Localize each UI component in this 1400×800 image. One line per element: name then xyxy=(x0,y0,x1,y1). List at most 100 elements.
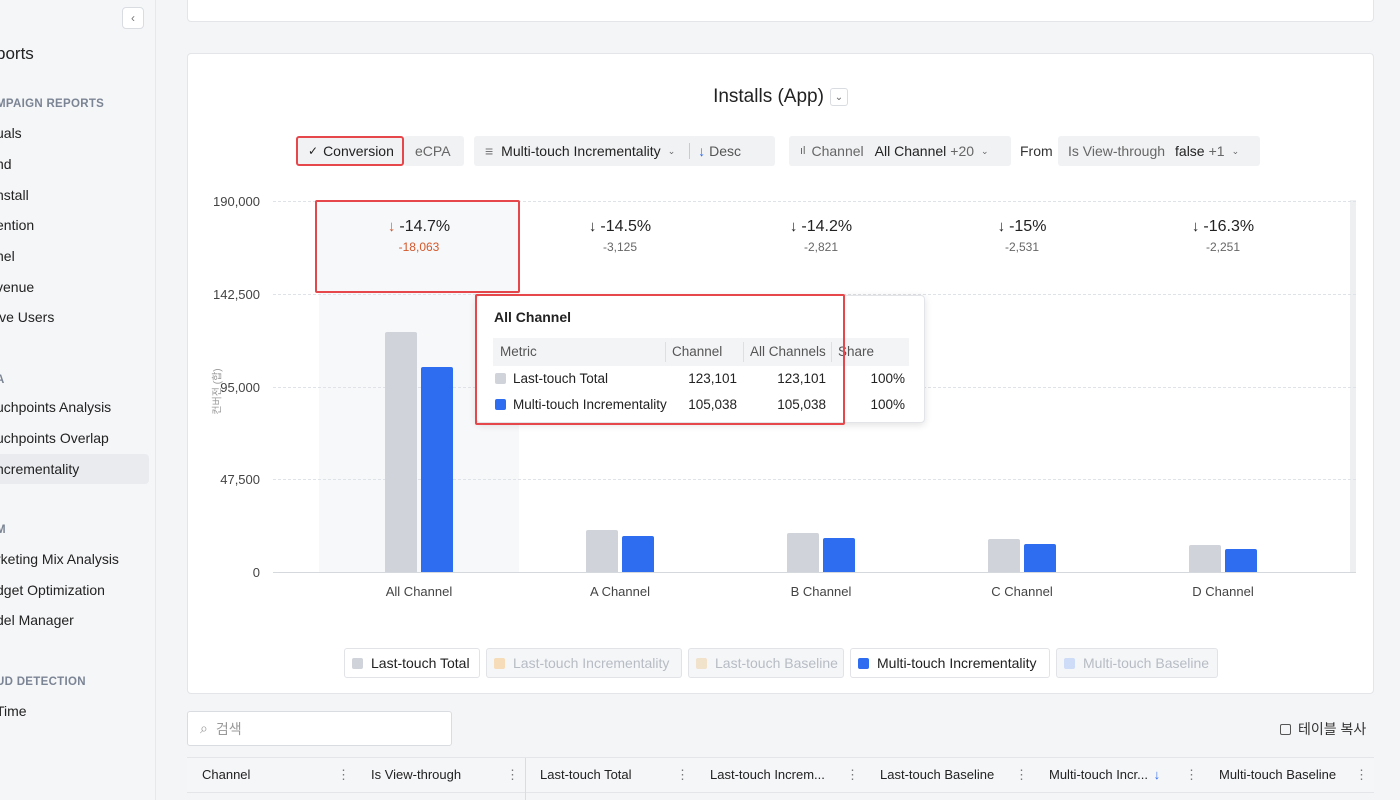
annotation-box xyxy=(475,294,845,425)
y-axis-label: 컨버전 (합) xyxy=(212,368,224,415)
column-menu-icon[interactable]: ⋮ xyxy=(1015,758,1028,794)
arrow-down-icon: ↓ xyxy=(789,218,798,235)
view-through-filter-value: false xyxy=(1175,143,1205,159)
arrow-down-icon: ↓ xyxy=(997,218,1006,235)
legend-item-last-touch-total[interactable]: Last-touch Total xyxy=(344,648,480,678)
column-header-is-view-through[interactable]: Is View-through xyxy=(371,758,461,794)
legend-item-multi-touch-incrementality[interactable]: Multi-touch Incrementality xyxy=(850,648,1050,678)
sort-direction-button[interactable]: ↓ Desc xyxy=(698,143,741,159)
x-tick-label: All Channel xyxy=(385,584,453,599)
search-icon: ⌕ xyxy=(200,720,208,736)
sidebar-title: ports xyxy=(0,44,34,63)
chevron-down-icon: ⌄ xyxy=(981,145,989,156)
swatch xyxy=(696,657,707,669)
sidebar-item[interactable]: ive Users xyxy=(0,302,149,332)
swatch xyxy=(352,657,363,669)
collapse-sidebar-button[interactable]: ‹ xyxy=(122,7,144,29)
column-menu-icon[interactable]: ⋮ xyxy=(506,758,519,794)
column-menu-icon[interactable]: ⋮ xyxy=(676,758,689,794)
sidebar-item[interactable]: nstall xyxy=(0,180,149,210)
legend-item-last-touch-incrementality[interactable]: Last-touch Incrementality xyxy=(486,648,682,678)
top-card xyxy=(187,0,1374,22)
delta-label: ↓ -14.2% -2,821 xyxy=(789,218,853,254)
sidebar-item[interactable]: Time xyxy=(0,696,149,726)
bar-multi-touch-incrementality[interactable] xyxy=(622,536,654,572)
column-menu-icon[interactable]: ⋮ xyxy=(846,758,859,794)
sidebar-item[interactable]: nel xyxy=(0,241,149,271)
table-header: Channel ⋮ Is View-through ⋮ Last-touch T… xyxy=(187,757,1374,800)
delta-label: ↓ -14.5% -3,125 xyxy=(588,218,652,254)
sidebar-item-incrementality[interactable]: ncrementality xyxy=(0,454,149,484)
swatch xyxy=(1064,657,1075,669)
swatch xyxy=(494,657,505,669)
chart-title: Installs (App) xyxy=(713,86,824,107)
x-tick-label: A Channel xyxy=(590,584,650,599)
arrow-down-icon: ↓ xyxy=(1191,218,1200,235)
conversion-toggle[interactable]: ✓ Conversion xyxy=(296,136,404,166)
chevron-left-icon: ‹ xyxy=(131,11,135,25)
search-placeholder: 검색 xyxy=(215,720,242,737)
legend-item-multi-touch-baseline[interactable]: Multi-touch Baseline xyxy=(1056,648,1218,678)
chevron-down-icon: ⌄ xyxy=(834,91,844,103)
sidebar-section: M xyxy=(0,524,6,536)
bar-last-touch-total[interactable] xyxy=(787,533,819,572)
copy-table-button[interactable]: 테이블 복사 xyxy=(1280,718,1366,740)
sort-icon: ≡ xyxy=(485,143,494,159)
ecpa-label: eCPA xyxy=(415,143,451,159)
bar-chart-icon: ıl xyxy=(800,145,806,157)
x-tick-label: B Channel xyxy=(790,584,852,599)
annotation-box xyxy=(315,200,520,293)
check-icon: ✓ xyxy=(308,144,319,158)
ecpa-toggle[interactable]: eCPA xyxy=(404,136,464,166)
bar-last-touch-total[interactable] xyxy=(586,530,618,572)
x-axis-line xyxy=(273,572,1356,573)
sidebar-item[interactable]: del Manager xyxy=(0,605,149,635)
channel-filter[interactable]: ıl Channel All Channel +20 ⌄ xyxy=(789,136,1011,166)
bar-last-touch-total[interactable] xyxy=(988,539,1020,572)
conversion-label: Conversion xyxy=(323,143,394,159)
chart-title-dropdown[interactable]: ⌄ xyxy=(829,88,848,106)
y-tick-label: 190,000 xyxy=(213,194,260,209)
y-tick-label: 142,500 xyxy=(213,287,260,302)
bar-multi-touch-incrementality[interactable] xyxy=(1024,544,1056,572)
copy-icon xyxy=(1280,723,1291,735)
sidebar-item[interactable]: ention xyxy=(0,210,149,240)
column-header-channel[interactable]: Channel xyxy=(202,758,250,794)
sidebar-item[interactable]: uchpoints Overlap xyxy=(0,423,149,453)
sidebar-section-fraud-detection: UD DETECTION xyxy=(0,676,86,688)
column-header-last-touch-baseline[interactable]: Last-touch Baseline xyxy=(880,758,994,794)
column-header-last-touch-incrementality[interactable]: Last-touch Increm... xyxy=(710,758,825,794)
arrow-down-icon: ↓ xyxy=(588,218,597,235)
column-menu-icon[interactable]: ⋮ xyxy=(1355,758,1368,794)
column-header-last-touch-total[interactable]: Last-touch Total xyxy=(540,758,632,794)
y-tick-label: 47,500 xyxy=(220,472,260,487)
sidebar-item[interactable]: uals xyxy=(0,118,149,148)
search-input[interactable]: ⌕ 검색 xyxy=(187,711,452,746)
sidebar-item[interactable]: uchpoints Analysis xyxy=(0,392,149,422)
sidebar: ‹ ports MPAIGN REPORTS uals nd nstall en… xyxy=(0,0,156,800)
column-menu-icon[interactable]: ⋮ xyxy=(337,758,350,794)
sidebar-item[interactable]: dget Optimization xyxy=(0,575,149,605)
channel-filter-value: All Channel xyxy=(874,143,947,159)
y-tick-label: 0 xyxy=(252,565,260,580)
column-header-multi-touch-baseline[interactable]: Multi-touch Baseline xyxy=(1219,758,1336,794)
column-header-multi-touch-incrementality[interactable]: Multi-touch Incr... ↓ xyxy=(1049,758,1160,794)
column-menu-icon[interactable]: ⋮ xyxy=(1185,758,1198,794)
x-tick-label: C Channel xyxy=(991,584,1053,599)
sidebar-section: A xyxy=(0,374,5,386)
bar-multi-touch-incrementality[interactable] xyxy=(1225,549,1257,572)
bar-multi-touch-incrementality[interactable] xyxy=(421,367,453,572)
sidebar-item[interactable]: venue xyxy=(0,272,149,302)
sort-desc-icon: ↓ xyxy=(1153,767,1161,782)
view-through-filter-label: Is View-through xyxy=(1068,143,1166,159)
sort-control[interactable]: ≡ Multi-touch Incrementality ⌄ ↓ Desc xyxy=(474,136,775,166)
y-tick-label: 95,000 xyxy=(220,380,260,395)
bar-last-touch-total[interactable] xyxy=(385,332,417,572)
bar-last-touch-total[interactable] xyxy=(1189,545,1221,572)
legend-item-last-touch-baseline[interactable]: Last-touch Baseline xyxy=(688,648,844,678)
sort-field-label: Multi-touch Incrementality xyxy=(501,143,661,159)
view-through-filter[interactable]: Is View-through false +1 ⌄ xyxy=(1058,136,1260,166)
bar-multi-touch-incrementality[interactable] xyxy=(823,538,855,572)
sidebar-item[interactable]: rketing Mix Analysis xyxy=(0,544,149,574)
sidebar-item[interactable]: nd xyxy=(0,149,149,179)
